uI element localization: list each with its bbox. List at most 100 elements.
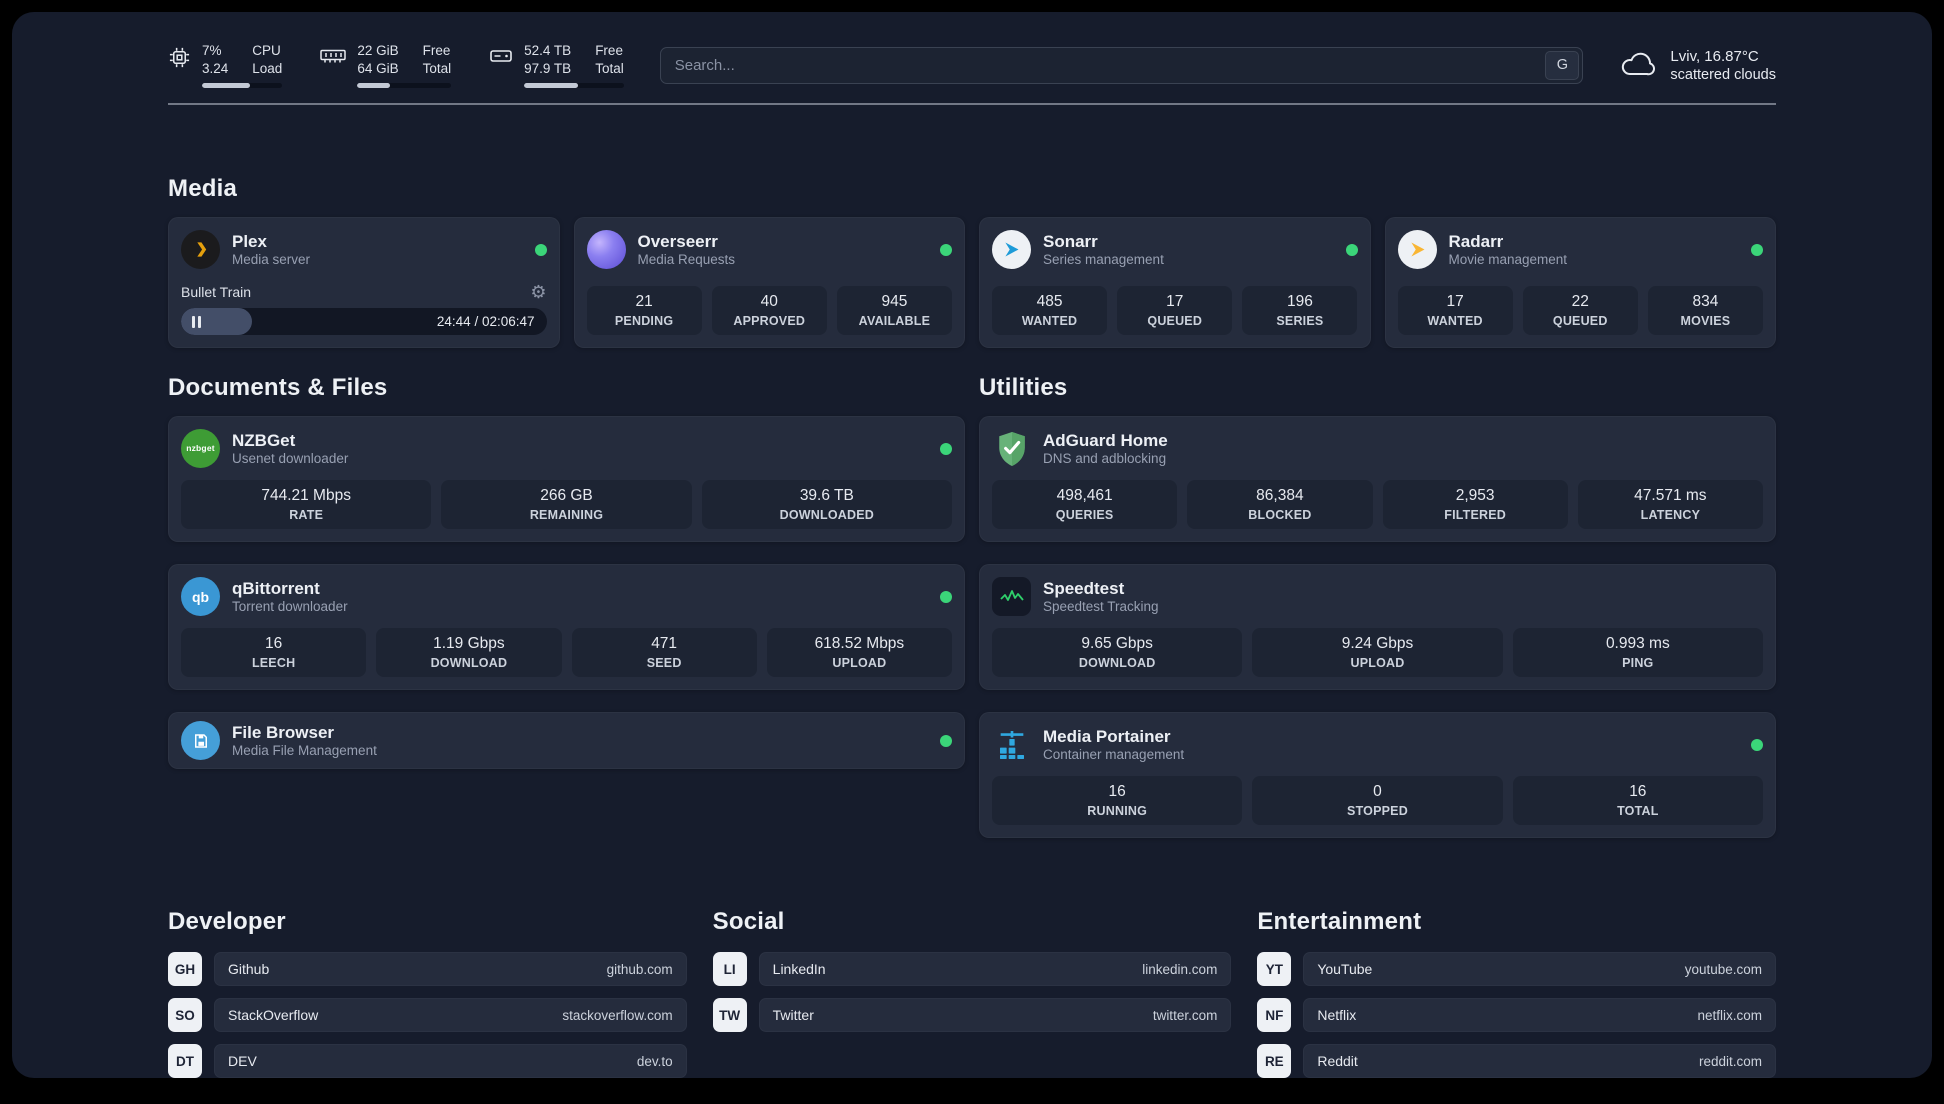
stat-label: UPLOAD — [1350, 656, 1405, 670]
stat-label: RUNNING — [1087, 804, 1148, 818]
nzbget-card[interactable]: nzbget NZBGet Usenet downloader 744.21 M… — [168, 416, 965, 542]
app-subtitle: Speedtest Tracking — [1043, 599, 1159, 615]
disk-total-value: 97.9 TB — [524, 61, 572, 76]
portainer-crane-icon — [992, 725, 1031, 764]
sonarr-icon — [992, 230, 1031, 269]
bookmark-linkedin[interactable]: LI LinkedIn linkedin.com — [712, 952, 1232, 986]
app-subtitle: Media server — [232, 252, 311, 268]
disk-free-value: 52.4 TB — [524, 43, 572, 58]
stat-label: DOWNLOAD — [1078, 656, 1156, 670]
status-dot — [940, 442, 952, 455]
app-name: qBittorrent — [232, 578, 320, 598]
bookmark-dev[interactable]: DT DEV dev.to — [168, 1044, 687, 1078]
qbittorrent-card[interactable]: qb qBittorrent Torrent downloader 16 LEE… — [168, 564, 965, 690]
section-entertainment: Entertainment YT YouTube youtube.com NF … — [1257, 908, 1776, 1078]
plex-now-playing: Bullet Train ⚙ 24:44 / 02:06:47 — [181, 283, 547, 335]
radarr-card[interactable]: Radarr Movie management 17 WANTED 22 QUE… — [1384, 217, 1776, 348]
app-name: File Browser — [232, 722, 335, 742]
gear-icon[interactable]: ⚙ — [530, 283, 546, 301]
section-title-social: Social — [712, 908, 785, 935]
ram-progress-bar — [357, 83, 452, 88]
pause-icon[interactable] — [192, 315, 201, 328]
stat-queued: 17 QUEUED — [1117, 286, 1233, 335]
app-name: Speedtest — [1043, 578, 1125, 598]
bookmark-youtube[interactable]: YT YouTube youtube.com — [1257, 952, 1776, 986]
bookmark-host: linkedin.com — [1142, 961, 1218, 977]
playback-progress-bar: 24:44 / 02:06:47 — [181, 308, 547, 335]
disk-label-top: Free — [595, 43, 623, 58]
search-input[interactable] — [659, 46, 1584, 84]
portainer-card[interactable]: Media Portainer Container management 16 … — [979, 712, 1776, 838]
plex-icon — [181, 230, 220, 269]
section-media: Media Plex Media server Bullet Train ⚙ 2… — [168, 175, 1776, 348]
ram-label-bottom: Total — [422, 61, 452, 76]
plex-card[interactable]: Plex Media server Bullet Train ⚙ 24:44 /… — [168, 217, 560, 348]
bookmark-name: Github — [228, 961, 270, 977]
bookmark-name: Reddit — [1317, 1053, 1358, 1069]
section-title-developer: Developer — [168, 908, 286, 935]
stat-value: 485 — [1036, 293, 1063, 310]
section-developer: Developer GH Github github.com SO StackO… — [168, 908, 687, 1078]
stat-running: 16 RUNNING — [992, 776, 1243, 825]
weather-condition: scattered clouds — [1670, 66, 1776, 83]
stat-value: 16 — [1108, 783, 1126, 800]
stat-value: 17 — [1166, 293, 1184, 310]
cpu-label-top: CPU — [252, 43, 281, 58]
search-engine-button[interactable]: G — [1545, 50, 1580, 80]
app-name: Radarr — [1448, 231, 1504, 251]
app-subtitle: Container management — [1043, 747, 1185, 763]
section-social: Social LI LinkedIn linkedin.com TW Twitt… — [712, 908, 1232, 1078]
ram-label-top: Free — [422, 43, 451, 58]
stat-movies: 834 MOVIES — [1647, 286, 1763, 335]
disk-icon — [489, 46, 513, 66]
bookmark-name: LinkedIn — [772, 961, 826, 977]
bookmark-netflix[interactable]: NF Netflix netflix.com — [1257, 998, 1776, 1032]
bookmark-name: StackOverflow — [228, 1007, 319, 1023]
bookmark-host: youtube.com — [1684, 961, 1762, 977]
qbittorrent-icon: qb — [181, 577, 220, 616]
overseerr-icon — [586, 230, 626, 269]
bookmark-columns: Developer GH Github github.com SO StackO… — [168, 908, 1776, 1078]
status-dot — [534, 243, 547, 256]
stat-label: LEECH — [251, 656, 296, 670]
stat-label: SEED — [646, 656, 682, 670]
stat-rate: 744.21 Mbps RATE — [181, 480, 432, 529]
stat-approved: 40 APPROVED — [711, 286, 827, 335]
bookmark-abbr: LI — [712, 952, 747, 986]
filebrowser-card[interactable]: File Browser Media File Management — [168, 712, 965, 769]
bookmark-github[interactable]: GH Github github.com — [168, 952, 687, 986]
stat-download: 9.65 Gbps DOWNLOAD — [992, 628, 1243, 677]
stat-value: 86,384 — [1256, 487, 1304, 504]
bookmark-abbr: GH — [168, 952, 202, 986]
disk-progress-fill — [524, 83, 578, 88]
stat-label: DOWNLOADED — [779, 508, 874, 522]
adguard-card[interactable]: AdGuard Home DNS and adblocking 498,461 … — [979, 416, 1776, 542]
app-subtitle: Movie management — [1448, 252, 1568, 268]
stat-label: RATE — [289, 508, 324, 522]
speedtest-card[interactable]: Speedtest Speedtest Tracking 9.65 Gbps D… — [979, 564, 1776, 690]
bookmark-name: Twitter — [772, 1007, 814, 1023]
stat-value: 22 — [1571, 293, 1589, 310]
stat-value: 47.571 ms — [1634, 487, 1707, 504]
stat-label: PENDING — [614, 314, 674, 328]
overseerr-card[interactable]: Overseerr Media Requests 21 PENDING 40 A… — [573, 217, 965, 348]
stat-label: QUEUED — [1552, 314, 1608, 328]
bookmark-reddit[interactable]: RE Reddit reddit.com — [1257, 1044, 1776, 1078]
bookmark-twitter[interactable]: TW Twitter twitter.com — [712, 998, 1232, 1032]
dashboard-page: 7% CPU 3.24 Load 22 GiB Free 64 GiB Tota… — [12, 12, 1932, 1078]
sonarr-card[interactable]: Sonarr Series management 485 WANTED 17 Q… — [979, 217, 1371, 348]
stat-label: TOTAL — [1617, 804, 1659, 818]
stat-label: QUEUED — [1147, 314, 1203, 328]
stat-label: BLOCKED — [1248, 508, 1312, 522]
app-subtitle: Torrent downloader — [232, 599, 348, 615]
stat-queries: 498,461 QUERIES — [992, 480, 1178, 529]
adguard-shield-icon — [992, 429, 1031, 468]
stat-remaining: 266 GB REMAINING — [441, 480, 692, 529]
bookmark-abbr: NF — [1257, 998, 1292, 1032]
bookmark-name: YouTube — [1317, 961, 1373, 977]
status-dot — [940, 590, 952, 603]
bookmark-stackoverflow[interactable]: SO StackOverflow stackoverflow.com — [168, 998, 687, 1032]
cpu-usage-value: 7% — [202, 43, 222, 58]
app-subtitle: Series management — [1043, 252, 1164, 268]
bookmark-host: github.com — [606, 961, 673, 977]
